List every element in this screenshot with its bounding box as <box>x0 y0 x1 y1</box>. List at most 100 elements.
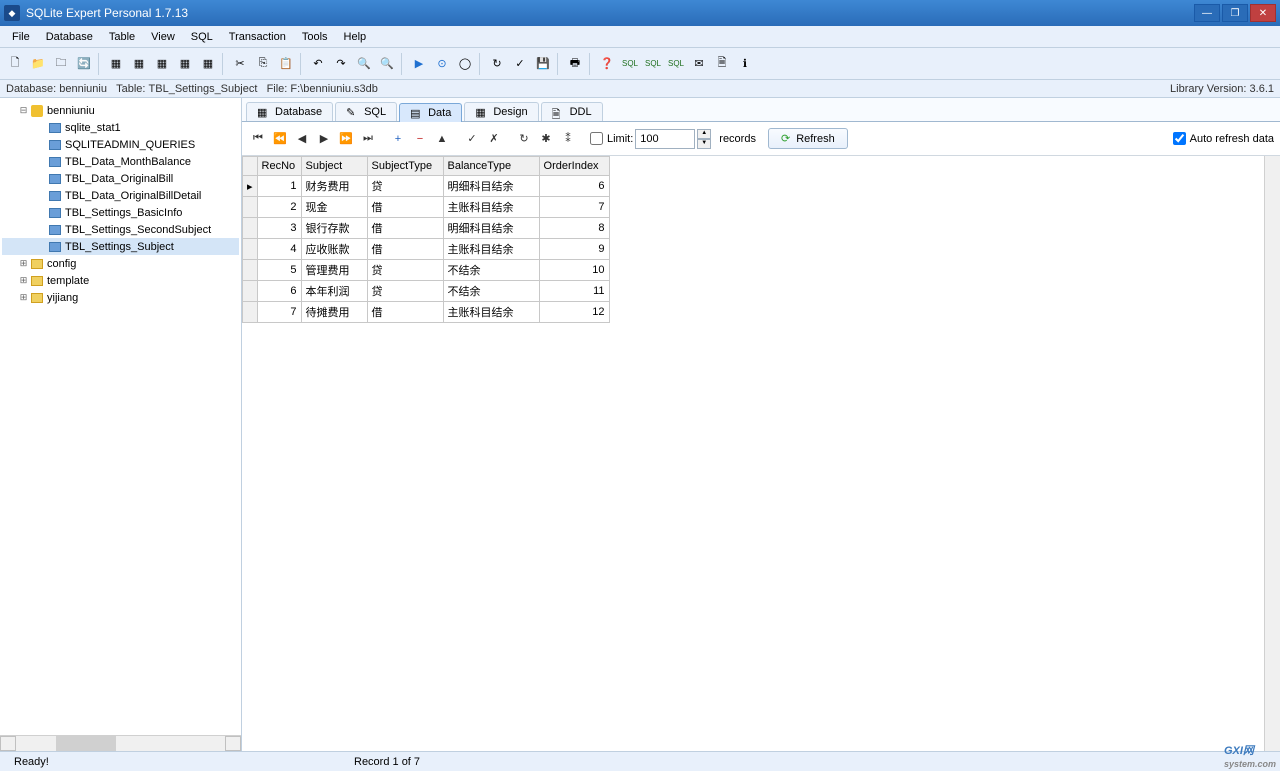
tool-mail[interactable]: ✉ <box>688 53 710 75</box>
nav-goto-button[interactable]: ⁑ <box>558 128 578 150</box>
col-header-orderindex[interactable]: OrderIndex <box>539 157 609 176</box>
nav-last-button[interactable]: ⏭ <box>358 128 378 150</box>
scroll-left-button[interactable] <box>0 736 16 751</box>
cell-subjecttype[interactable]: 贷 <box>367 281 443 302</box>
data-grid[interactable]: RecNoSubjectSubjectTypeBalanceTypeOrderI… <box>242 156 610 323</box>
cell-orderindex[interactable]: 9 <box>539 239 609 260</box>
limit-spin-down[interactable]: ▼ <box>697 139 711 149</box>
tree-node-tbl-settings-secondsubject[interactable]: TBL_Settings_SecondSubject <box>2 221 239 238</box>
tool-remove-db[interactable]: 🗀 <box>50 53 72 75</box>
limit-input[interactable] <box>635 129 695 149</box>
tab-database[interactable]: ▦Database <box>246 102 333 121</box>
tool-copy[interactable]: ⎘ <box>252 53 274 75</box>
menu-transaction[interactable]: Transaction <box>221 29 294 45</box>
cell-subject[interactable]: 本年利润 <box>301 281 367 302</box>
table-row[interactable]: 6本年利润贷不结余11 <box>243 281 610 302</box>
cell-orderindex[interactable]: 10 <box>539 260 609 281</box>
cell-subjecttype[interactable]: 借 <box>367 239 443 260</box>
tree-node-tbl-data-monthbalance[interactable]: TBL_Data_MonthBalance <box>2 153 239 170</box>
auto-refresh-checkbox[interactable] <box>1173 132 1186 145</box>
col-header-balancetype[interactable]: BalanceType <box>443 157 539 176</box>
menu-tools[interactable]: Tools <box>294 29 336 45</box>
cell-balancetype[interactable]: 主账科目结余 <box>443 197 539 218</box>
tool-sql3[interactable]: SQL <box>665 53 687 75</box>
tree-node-tbl-data-originalbill[interactable]: TBL_Data_OriginalBill <box>2 170 239 187</box>
tab-data[interactable]: ▤Data <box>399 103 462 122</box>
cell-balancetype[interactable]: 明细科目结余 <box>443 218 539 239</box>
tool-about[interactable]: ℹ <box>734 53 756 75</box>
cell-subject[interactable]: 银行存款 <box>301 218 367 239</box>
tree-node-tbl-settings-subject[interactable]: TBL_Settings_Subject <box>2 238 239 255</box>
tool-execute-step[interactable]: ⊙ <box>431 53 453 75</box>
tree-node-tbl-settings-basicinfo[interactable]: TBL_Settings_BasicInfo <box>2 204 239 221</box>
tool-begin-tx[interactable]: ↻ <box>486 53 508 75</box>
tool-replace[interactable]: 🔍 <box>376 53 398 75</box>
limit-checkbox[interactable] <box>590 132 603 145</box>
nav-insert-button[interactable]: + <box>388 128 408 150</box>
table-row[interactable]: ▸1财务费用贷明细科目结余6 <box>243 176 610 197</box>
cell-recno[interactable]: 2 <box>257 197 301 218</box>
tool-sql2[interactable]: SQL <box>642 53 664 75</box>
table-row[interactable]: 3银行存款借明细科目结余8 <box>243 218 610 239</box>
cell-subject[interactable]: 财务费用 <box>301 176 367 197</box>
table-row[interactable]: 7待摊费用借主账科目结余12 <box>243 302 610 323</box>
tool-new-trigger[interactable]: ▦ <box>197 53 219 75</box>
cell-recno[interactable]: 7 <box>257 302 301 323</box>
tool-new-view[interactable]: ▦ <box>151 53 173 75</box>
nav-prev-button[interactable]: ◀ <box>292 128 312 150</box>
table-row[interactable]: 2现金借主账科目结余7 <box>243 197 610 218</box>
tool-new-db[interactable]: 🗋 <box>4 53 26 75</box>
tree-toggle-icon[interactable]: ⊞ <box>18 258 29 269</box>
cell-subject[interactable]: 现金 <box>301 197 367 218</box>
menu-file[interactable]: File <box>4 29 38 45</box>
cell-balancetype[interactable]: 主账科目结余 <box>443 302 539 323</box>
tree-toggle-icon[interactable]: ⊟ <box>18 105 29 116</box>
menu-help[interactable]: Help <box>336 29 375 45</box>
cell-balancetype[interactable]: 不结余 <box>443 281 539 302</box>
content-vscroll[interactable] <box>1264 156 1280 751</box>
cell-balancetype[interactable]: 主账科目结余 <box>443 239 539 260</box>
tool-help[interactable]: ❓ <box>596 53 618 75</box>
scroll-right-button[interactable] <box>225 736 241 751</box>
tool-sql1[interactable]: SQL <box>619 53 641 75</box>
maximize-button[interactable]: ❐ <box>1222 4 1248 22</box>
tool-refresh-db[interactable]: 🔄 <box>73 53 95 75</box>
tree-toggle-icon[interactable]: ⊞ <box>18 275 29 286</box>
nav-next-button[interactable]: ▶ <box>314 128 334 150</box>
tool-redo[interactable]: ↷ <box>330 53 352 75</box>
cell-balancetype[interactable]: 不结余 <box>443 260 539 281</box>
tool-execute[interactable]: ▶ <box>408 53 430 75</box>
cell-subjecttype[interactable]: 借 <box>367 197 443 218</box>
refresh-button[interactable]: ⟳ Refresh <box>768 128 848 149</box>
tab-sql[interactable]: ✎SQL <box>335 102 397 121</box>
tool-doc[interactable]: 🗎 <box>711 53 733 75</box>
limit-spin-up[interactable]: ▲ <box>697 129 711 139</box>
tool-new-index[interactable]: ▦ <box>174 53 196 75</box>
cell-subject[interactable]: 待摊费用 <box>301 302 367 323</box>
nav-post-button[interactable]: ✓ <box>462 128 482 150</box>
tree-node-sqlite-stat1[interactable]: sqlite_stat1 <box>2 119 239 136</box>
col-header-subject[interactable]: Subject <box>301 157 367 176</box>
nav-bookmark-button[interactable]: ✱ <box>536 128 556 150</box>
nav-cancel-button[interactable]: ✗ <box>484 128 504 150</box>
tool-undo[interactable]: ↶ <box>307 53 329 75</box>
col-header-recno[interactable]: RecNo <box>257 157 301 176</box>
cell-orderindex[interactable]: 7 <box>539 197 609 218</box>
tree-node-config[interactable]: ⊞config <box>2 255 239 272</box>
cell-subjecttype[interactable]: 借 <box>367 302 443 323</box>
sidebar-hscroll[interactable] <box>0 735 241 751</box>
cell-orderindex[interactable]: 12 <box>539 302 609 323</box>
minimize-button[interactable]: — <box>1194 4 1220 22</box>
scroll-thumb[interactable] <box>56 736 116 751</box>
menu-view[interactable]: View <box>143 29 183 45</box>
table-row[interactable]: 4应收账款借主账科目结余9 <box>243 239 610 260</box>
menu-database[interactable]: Database <box>38 29 101 45</box>
tool-paste[interactable]: 📋 <box>275 53 297 75</box>
tree-node-template[interactable]: ⊞template <box>2 272 239 289</box>
col-header-subjecttype[interactable]: SubjectType <box>367 157 443 176</box>
cell-orderindex[interactable]: 6 <box>539 176 609 197</box>
cell-orderindex[interactable]: 11 <box>539 281 609 302</box>
tree-node-yijiang[interactable]: ⊞yijiang <box>2 289 239 306</box>
cell-subject[interactable]: 应收账款 <box>301 239 367 260</box>
table-row[interactable]: 5管理费用贷不结余10 <box>243 260 610 281</box>
